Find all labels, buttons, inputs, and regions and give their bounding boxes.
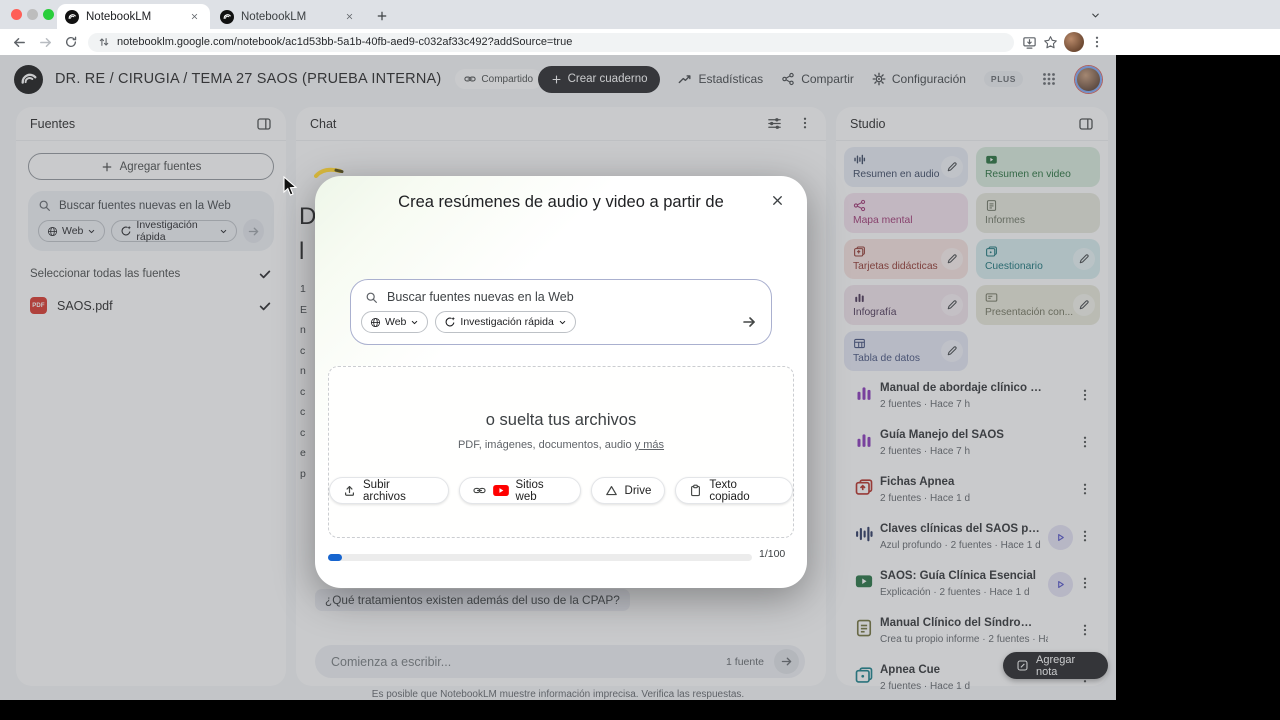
browser-toolbar: notebooklm.google.com/notebook/ac1d53bb-… bbox=[0, 29, 1280, 55]
globe-icon bbox=[370, 317, 381, 328]
forward-button[interactable] bbox=[32, 31, 58, 53]
install-app-icon[interactable] bbox=[1022, 35, 1037, 50]
tab-strip: NotebookLM NotebookLM bbox=[0, 0, 1280, 29]
dropzone-heading: o suelta tus archivos bbox=[485, 411, 637, 429]
progress-fill bbox=[328, 554, 342, 561]
close-window-button[interactable] bbox=[11, 9, 22, 20]
upload-files-chip[interactable]: Subir archivos bbox=[329, 477, 449, 504]
notebooklm-favicon bbox=[65, 10, 79, 24]
upload-icon bbox=[343, 484, 356, 497]
modal-search-box: Web Investigación rápida bbox=[350, 279, 772, 345]
fast-research-icon bbox=[444, 316, 456, 328]
tab-notebooklm-2[interactable]: NotebookLM bbox=[212, 4, 365, 29]
link-icon bbox=[473, 484, 486, 497]
bookmark-star-icon[interactable] bbox=[1043, 35, 1058, 50]
modal-title: Crea resúmenes de audio y video a partir… bbox=[398, 193, 724, 211]
tab-title: NotebookLM bbox=[86, 10, 152, 23]
site-controls-icon[interactable] bbox=[98, 36, 110, 48]
close-modal-icon[interactable] bbox=[767, 190, 787, 210]
source-limit-label: 1/100 bbox=[759, 548, 786, 560]
web-filter-dropdown[interactable]: Web bbox=[361, 311, 429, 333]
close-tab-icon[interactable] bbox=[186, 9, 202, 25]
address-bar[interactable]: notebooklm.google.com/notebook/ac1d53bb-… bbox=[88, 32, 1014, 52]
notebooklm-favicon bbox=[220, 10, 234, 24]
close-tab-icon[interactable] bbox=[341, 9, 357, 25]
drive-icon bbox=[605, 484, 618, 497]
copied-text-chip[interactable]: Texto copiado bbox=[675, 477, 793, 504]
minimize-window-button[interactable] bbox=[27, 9, 38, 20]
submit-search-button[interactable] bbox=[741, 314, 757, 330]
back-button[interactable] bbox=[6, 31, 32, 53]
browser-menu-icon[interactable] bbox=[1090, 35, 1104, 49]
mouse-cursor bbox=[283, 176, 298, 196]
source-limit-progress-bar bbox=[328, 554, 752, 561]
search-icon bbox=[365, 291, 378, 304]
chevron-down-icon bbox=[558, 318, 567, 327]
tab-overflow-chevron[interactable] bbox=[1086, 6, 1104, 24]
add-sources-modal: Crea resúmenes de audio y video a partir… bbox=[315, 176, 807, 588]
tab-title: NotebookLM bbox=[241, 10, 307, 23]
youtube-icon bbox=[493, 485, 509, 496]
clipboard-icon bbox=[689, 484, 702, 497]
drive-chip[interactable]: Drive bbox=[590, 477, 666, 504]
new-tab-button[interactable] bbox=[372, 6, 392, 26]
zoom-window-button[interactable] bbox=[43, 9, 54, 20]
more-formats-link[interactable]: y más bbox=[635, 439, 664, 451]
modal-search-input[interactable] bbox=[387, 290, 717, 304]
websites-chip[interactable]: Sitios web bbox=[458, 477, 581, 504]
dropzone-subtext: PDF, imágenes, documentos, audio y más bbox=[457, 439, 665, 451]
chevron-down-icon bbox=[410, 318, 419, 327]
research-mode-dropdown[interactable]: Investigación rápida bbox=[435, 311, 576, 333]
browser-profile-avatar[interactable] bbox=[1064, 32, 1084, 52]
browser-window: NotebookLM NotebookLM notebooklm.google.… bbox=[0, 0, 1280, 700]
tab-notebooklm-1[interactable]: NotebookLM bbox=[57, 4, 210, 29]
url-text: notebooklm.google.com/notebook/ac1d53bb-… bbox=[117, 36, 573, 48]
reload-button[interactable] bbox=[58, 31, 84, 53]
file-dropzone[interactable]: o suelta tus archivos PDF, imágenes, doc… bbox=[328, 366, 794, 538]
